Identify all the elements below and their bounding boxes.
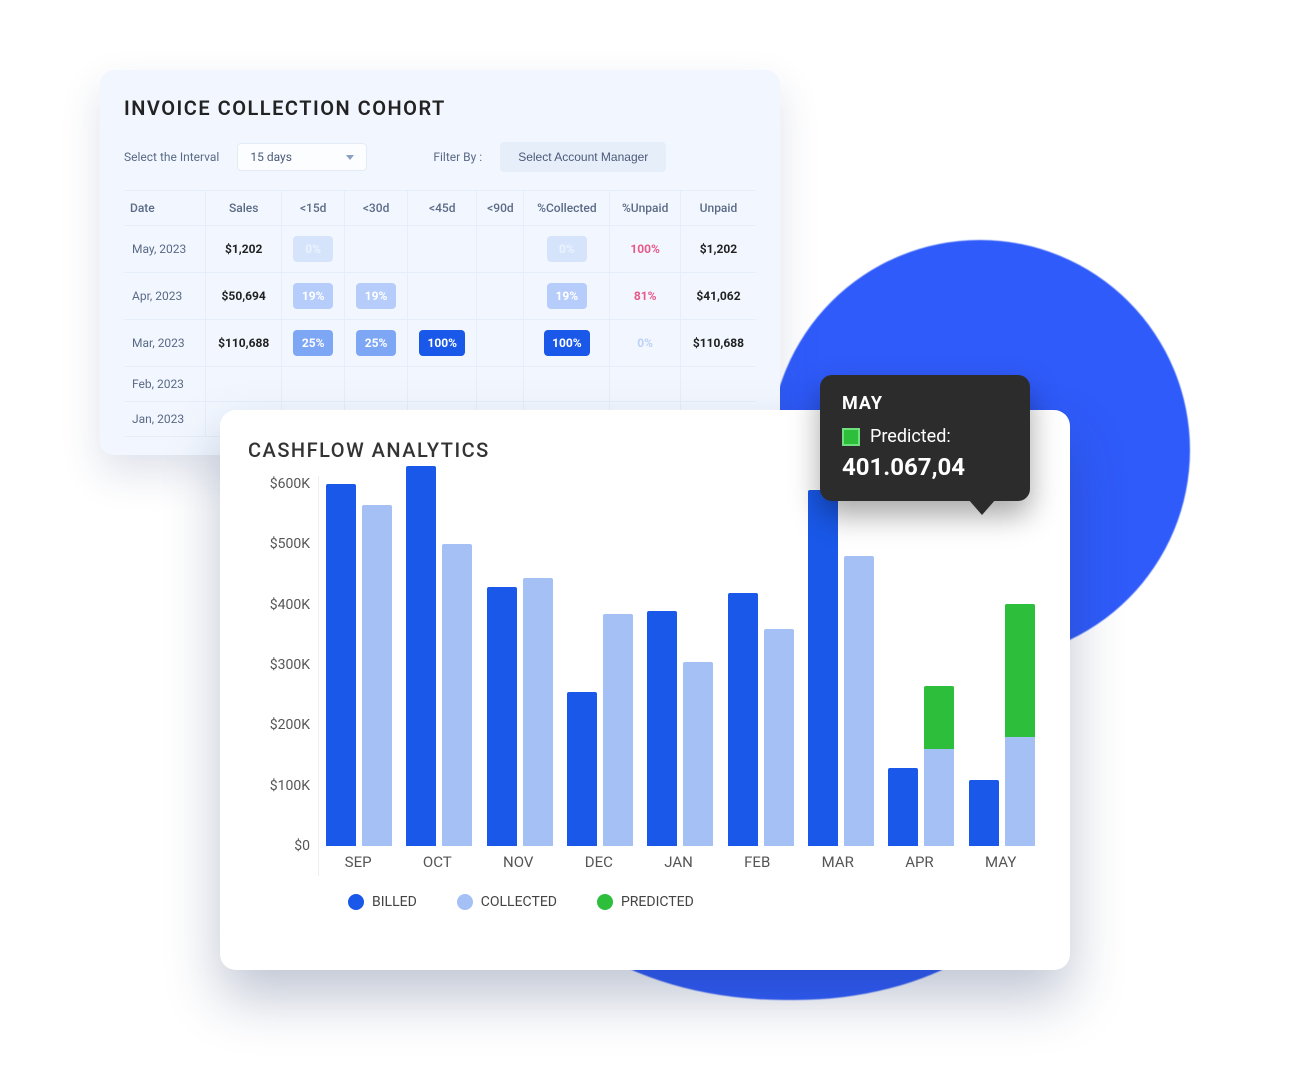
invoice-title: INVOICE COLLECTION COHORT <box>124 96 756 120</box>
bar-group <box>647 484 713 846</box>
plot-area: SEP OCT NOV DEC JAN FEB MAR APR MAY <box>318 476 1042 876</box>
bar-billed[interactable] <box>406 466 436 846</box>
col-unpaid: Unpaid <box>680 191 756 226</box>
x-tick: NOV <box>503 853 533 871</box>
legend-dot-icon <box>597 894 613 910</box>
col-pct-collected: %Collected <box>524 191 610 226</box>
tooltip-value: 401.067,04 <box>842 453 1008 481</box>
bar-predicted[interactable] <box>924 686 954 749</box>
bar-billed[interactable] <box>808 490 838 846</box>
tooltip-label: Predicted: <box>870 426 951 447</box>
bar-collected[interactable] <box>362 505 392 846</box>
bar-collected[interactable] <box>764 629 794 846</box>
filter-by-label: Filter By : <box>433 150 482 164</box>
y-tick: $100K <box>270 778 310 794</box>
table-row: Mar, 2023$110,68825%25%100%100%0%$110,68… <box>124 320 756 367</box>
invoice-cohort-card: INVOICE COLLECTION COHORT Select the Int… <box>100 70 780 455</box>
table-row: Feb, 2023 <box>124 367 756 402</box>
y-tick: $400K <box>270 597 310 613</box>
col-lt90: <90d <box>477 191 524 226</box>
y-tick: $300K <box>270 657 310 673</box>
bar-billed[interactable] <box>326 484 356 846</box>
cohort-table: Date Sales <15d <30d <45d <90d %Collecte… <box>124 190 756 437</box>
legend-collected: COLLECTED <box>457 894 557 910</box>
y-tick: $500K <box>270 536 310 552</box>
col-lt30: <30d <box>345 191 408 226</box>
bar-billed[interactable] <box>567 692 597 846</box>
account-manager-select[interactable]: Select Account Manager <box>500 142 666 172</box>
bar-collected[interactable] <box>683 662 713 846</box>
bar-billed[interactable] <box>487 587 517 846</box>
bar-billed[interactable] <box>888 768 918 846</box>
bar-billed[interactable] <box>647 611 677 846</box>
col-pct-unpaid: %Unpaid <box>610 191 681 226</box>
interval-dropdown[interactable]: 15 days <box>237 143 367 171</box>
interval-value: 15 days <box>250 150 292 164</box>
chart-tooltip: MAY Predicted: 401.067,04 <box>820 375 1030 501</box>
y-tick: $200K <box>270 717 310 733</box>
table-header-row: Date Sales <15d <30d <45d <90d %Collecte… <box>124 191 756 226</box>
x-tick: MAY <box>985 853 1016 871</box>
chevron-down-icon <box>346 155 354 160</box>
legend-dot-icon <box>348 894 364 910</box>
col-date: Date <box>124 191 206 226</box>
bar-collected[interactable] <box>523 578 553 846</box>
bar-collected[interactable] <box>924 686 954 846</box>
chart-legend: BILLED COLLECTED PREDICTED <box>248 876 1042 910</box>
x-tick: DEC <box>585 853 613 871</box>
bar-collected[interactable] <box>603 614 633 846</box>
bar-billed[interactable] <box>969 780 999 846</box>
x-tick: APR <box>905 853 934 871</box>
bar-group <box>728 484 794 846</box>
x-tick: OCT <box>423 853 452 871</box>
bar-predicted[interactable] <box>1005 604 1035 737</box>
x-tick: JAN <box>664 853 693 871</box>
bar-group <box>969 484 1035 846</box>
legend-predicted: PREDICTED <box>597 894 694 910</box>
predicted-swatch-icon <box>842 428 860 446</box>
invoice-filter-row: Select the Interval 15 days Filter By : … <box>124 142 756 172</box>
table-row: May, 2023$1,2020%0%100%$1,202 <box>124 226 756 273</box>
col-sales: Sales <box>206 191 282 226</box>
x-tick: MAR <box>822 853 854 871</box>
y-axis: $600K $500K $400K $300K $200K $100K $0 <box>248 476 318 876</box>
interval-label: Select the Interval <box>124 150 219 164</box>
legend-billed: BILLED <box>348 894 417 910</box>
tooltip-pointer-icon <box>968 499 996 515</box>
x-tick: SEP <box>345 853 372 871</box>
bar-group <box>888 484 954 846</box>
bar-collected[interactable] <box>442 544 472 846</box>
bar-group <box>406 484 472 846</box>
table-row: Apr, 2023$50,69419%19%19%81%$41,062 <box>124 273 756 320</box>
y-tick: $600K <box>270 476 310 492</box>
cashflow-chart: $600K $500K $400K $300K $200K $100K $0 SEP OCT N… <box>248 476 1042 876</box>
col-lt15: <15d <box>282 191 345 226</box>
bar-group <box>808 484 874 846</box>
bar-billed[interactable] <box>728 593 758 846</box>
bar-collected[interactable] <box>1005 604 1035 846</box>
bar-group <box>567 484 633 846</box>
x-tick: FEB <box>744 853 770 871</box>
legend-dot-icon <box>457 894 473 910</box>
bar-group <box>487 484 553 846</box>
col-lt45: <45d <box>408 191 477 226</box>
tooltip-month: MAY <box>842 393 1008 414</box>
x-axis-labels: SEP OCT NOV DEC JAN FEB MAR APR MAY <box>319 848 1042 876</box>
bar-collected[interactable] <box>844 556 874 846</box>
bar-group <box>326 484 392 846</box>
y-tick: $0 <box>294 838 310 854</box>
